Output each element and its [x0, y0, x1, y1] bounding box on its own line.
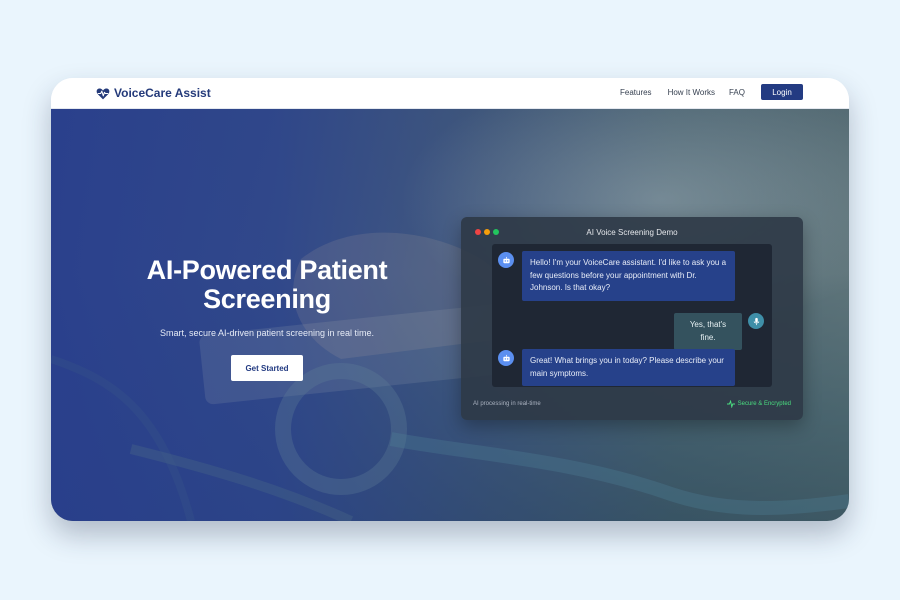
- chat-transcript: Hello! I'm your VoiceCare assistant. I'd…: [492, 244, 772, 387]
- heart-pulse-icon: [96, 87, 110, 99]
- nav-links: Features How It Works FAQ Login: [620, 84, 803, 100]
- brand-logo[interactable]: VoiceCare Assist: [96, 86, 211, 100]
- robot-icon: [498, 252, 514, 268]
- chat-message-user: Yes, that's fine.: [674, 313, 742, 350]
- hero-title-line2: Screening: [203, 284, 331, 314]
- hero-section: AI-Powered Patient Screening Smart, secu…: [51, 109, 849, 521]
- hero-subtitle: Smart, secure AI-driven patient screenin…: [159, 328, 375, 338]
- hero-title-line1: AI-Powered Patient: [146, 255, 388, 285]
- hero-title: AI-Powered Patient Screening: [111, 256, 423, 314]
- brand-name: VoiceCare Assist: [114, 86, 211, 100]
- demo-title: AI Voice Screening Demo: [586, 228, 678, 237]
- nav-link-faq[interactable]: FAQ: [729, 88, 745, 97]
- processing-status: AI processing in real-time: [473, 401, 541, 407]
- demo-window: AI Voice Screening Demo Hello! I'm your …: [461, 217, 803, 420]
- chat-message-ai: Great! What brings you in today? Please …: [522, 349, 735, 386]
- navbar: VoiceCare Assist Features How It Works F…: [51, 78, 849, 109]
- nav-link-features[interactable]: Features: [620, 88, 652, 97]
- browser-window: VoiceCare Assist Features How It Works F…: [51, 78, 849, 521]
- hero-copy: AI-Powered Patient Screening Smart, secu…: [111, 256, 423, 381]
- get-started-button[interactable]: Get Started: [231, 355, 303, 381]
- security-badge: Secure & Encrypted: [726, 400, 791, 408]
- login-button[interactable]: Login: [761, 84, 803, 100]
- nav-link-how-it-works[interactable]: How It Works: [668, 88, 715, 97]
- activity-icon: [726, 400, 735, 408]
- robot-icon: [498, 350, 514, 366]
- security-label: Secure & Encrypted: [737, 401, 791, 407]
- chat-message-ai: Hello! I'm your VoiceCare assistant. I'd…: [522, 251, 735, 301]
- microphone-icon: [748, 313, 764, 329]
